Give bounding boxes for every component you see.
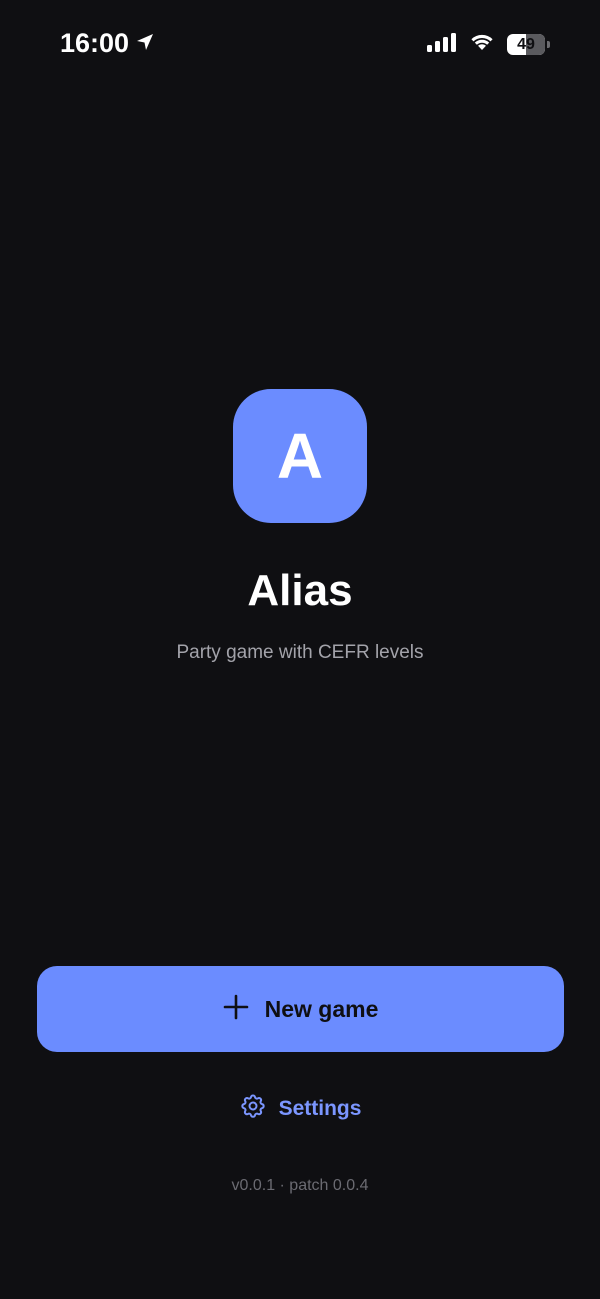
version-label: v0.0.1 · patch 0.0.4 bbox=[231, 1177, 369, 1194]
battery-tip bbox=[547, 41, 550, 48]
gear-icon bbox=[239, 1092, 267, 1125]
battery-level: 49 bbox=[517, 35, 535, 53]
status-time: 16:00 bbox=[60, 28, 130, 58]
wifi-icon bbox=[469, 32, 495, 57]
settings-button[interactable]: Settings bbox=[0, 1092, 600, 1125]
battery-body: 49 bbox=[507, 34, 545, 55]
app-logo: A bbox=[233, 389, 367, 523]
plus-icon bbox=[223, 994, 249, 1025]
app-subtitle: Party game with CEFR levels bbox=[176, 642, 424, 663]
cellular-signal-icon bbox=[427, 32, 457, 57]
status-indicators: 49 bbox=[427, 32, 550, 57]
battery-icon: 49 bbox=[507, 34, 550, 55]
new-game-button[interactable]: New game bbox=[37, 966, 564, 1052]
settings-label: Settings bbox=[278, 1096, 362, 1120]
app-logo-letter: A bbox=[276, 420, 324, 492]
status-bar: 16:00 49 bbox=[0, 0, 600, 90]
app-title: Alias bbox=[247, 566, 353, 615]
location-arrow-icon bbox=[135, 28, 155, 59]
new-game-label: New game bbox=[264, 995, 379, 1022]
status-time-group: 16:00 bbox=[60, 28, 155, 59]
